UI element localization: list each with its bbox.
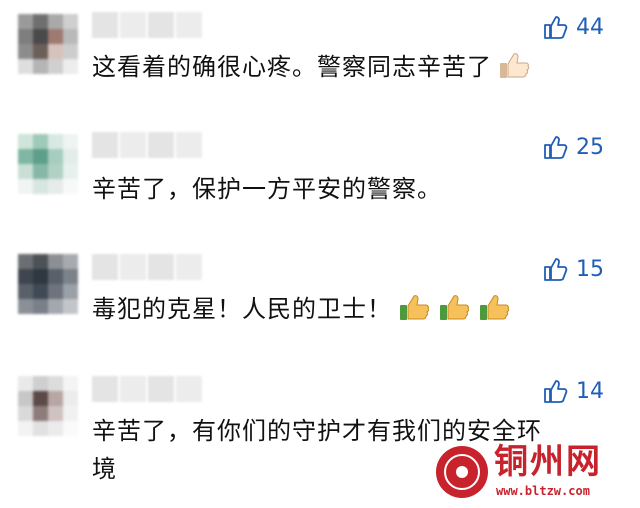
avatar-pixel [63, 254, 78, 269]
comment-text-wrap: 这看着的确很心疼。警察同志辛苦了 [92, 48, 572, 86]
like-button[interactable]: 15 [542, 254, 604, 284]
avatar-pixel [18, 299, 33, 314]
watermark-url: www.bltzw.com [496, 484, 590, 498]
avatar-pixel [48, 149, 63, 164]
avatar-pixel [33, 254, 48, 269]
avatar-pixel [33, 179, 48, 194]
avatar-pixel [33, 149, 48, 164]
thumbs-up-emoji-icon [498, 51, 532, 81]
avatar-pixel [63, 376, 78, 391]
avatar[interactable] [18, 134, 78, 194]
comment-text-wrap: 辛苦了，保护一方平安的警察。 [92, 170, 572, 208]
avatar-pixel [18, 149, 33, 164]
avatar-pixel [18, 134, 33, 149]
avatar-pixel [18, 59, 33, 74]
avatar-pixel [63, 14, 78, 29]
thumbs-up-emoji-icon [478, 293, 512, 323]
like-count: 14 [576, 378, 604, 404]
comment-text: 辛苦了，保护一方平安的警察。 [92, 175, 442, 203]
avatar-pixel [63, 149, 78, 164]
avatar-pixel [63, 44, 78, 59]
like-count: 44 [576, 14, 604, 40]
username-blurred[interactable] [92, 254, 202, 280]
thumbs-up-icon [542, 378, 568, 404]
avatar-pixel [18, 44, 33, 59]
avatar-pixel [48, 14, 63, 29]
avatar-pixel [33, 376, 48, 391]
avatar-pixel [48, 29, 63, 44]
comment-text-wrap: 毒犯的克星！人民的卫士！ [92, 290, 572, 328]
watermark-logo: 铜州网 www.bltzw.com [436, 442, 626, 502]
avatar-pixel [48, 421, 63, 436]
avatar-pixel [48, 59, 63, 74]
like-count: 25 [576, 134, 604, 160]
avatar-pixel [63, 59, 78, 74]
avatar-pixel [63, 179, 78, 194]
avatar-pixel [33, 164, 48, 179]
username-blurred[interactable] [92, 12, 202, 38]
avatar-pixel [18, 391, 33, 406]
like-button[interactable]: 44 [542, 12, 604, 42]
avatar-pixel [18, 29, 33, 44]
avatar-pixel [48, 254, 63, 269]
avatar-pixel [48, 299, 63, 314]
avatar-pixel [63, 421, 78, 436]
thumbs-up-icon [542, 134, 568, 160]
avatar-pixel [48, 284, 63, 299]
comment-text: 毒犯的克星！人民的卫士！ [92, 295, 392, 323]
avatar-pixel [63, 299, 78, 314]
avatar-pixel [33, 59, 48, 74]
like-button[interactable]: 14 [542, 376, 604, 406]
avatar-pixel [63, 134, 78, 149]
avatar-pixel [18, 269, 33, 284]
avatar-pixel [33, 406, 48, 421]
avatar-pixel [48, 134, 63, 149]
avatar-pixel [48, 179, 63, 194]
thumbs-up-icon [542, 14, 568, 40]
avatar-pixel [63, 406, 78, 421]
thumbs-up-emoji-icon [398, 293, 432, 323]
avatar-pixel [63, 29, 78, 44]
avatar-pixel [48, 376, 63, 391]
avatar-pixel [18, 254, 33, 269]
avatar[interactable] [18, 376, 78, 436]
avatar-pixel [48, 164, 63, 179]
avatar-pixel [33, 284, 48, 299]
avatar-pixel [33, 391, 48, 406]
avatar-pixel [63, 391, 78, 406]
avatar-pixel [63, 284, 78, 299]
avatar-pixel [33, 134, 48, 149]
avatar-pixel [33, 14, 48, 29]
thumbs-up-icon [542, 256, 568, 282]
avatar-pixel [33, 44, 48, 59]
avatar-pixel [33, 421, 48, 436]
avatar[interactable] [18, 14, 78, 74]
avatar-pixel [48, 406, 63, 421]
avatar-pixel [18, 421, 33, 436]
avatar-pixel [18, 164, 33, 179]
avatar-pixel [48, 391, 63, 406]
avatar-pixel [33, 29, 48, 44]
avatar-pixel [18, 284, 33, 299]
avatar-pixel [48, 269, 63, 284]
thumbs-up-emoji-icon [438, 293, 472, 323]
avatar-pixel [48, 44, 63, 59]
avatar-pixel [33, 269, 48, 284]
avatar-pixel [63, 269, 78, 284]
like-count: 15 [576, 256, 604, 282]
like-button[interactable]: 25 [542, 132, 604, 162]
watermark-title: 铜州网 [494, 442, 602, 482]
avatar-pixel [63, 164, 78, 179]
username-blurred[interactable] [92, 132, 202, 158]
avatar-pixel [18, 406, 33, 421]
avatar-pixel [18, 376, 33, 391]
comment-text: 这看着的确很心疼。警察同志辛苦了 [92, 53, 492, 81]
seal-icon [436, 446, 488, 498]
avatar-pixel [18, 14, 33, 29]
avatar-pixel [33, 299, 48, 314]
avatar[interactable] [18, 254, 78, 314]
username-blurred[interactable] [92, 376, 202, 402]
avatar-pixel [18, 179, 33, 194]
